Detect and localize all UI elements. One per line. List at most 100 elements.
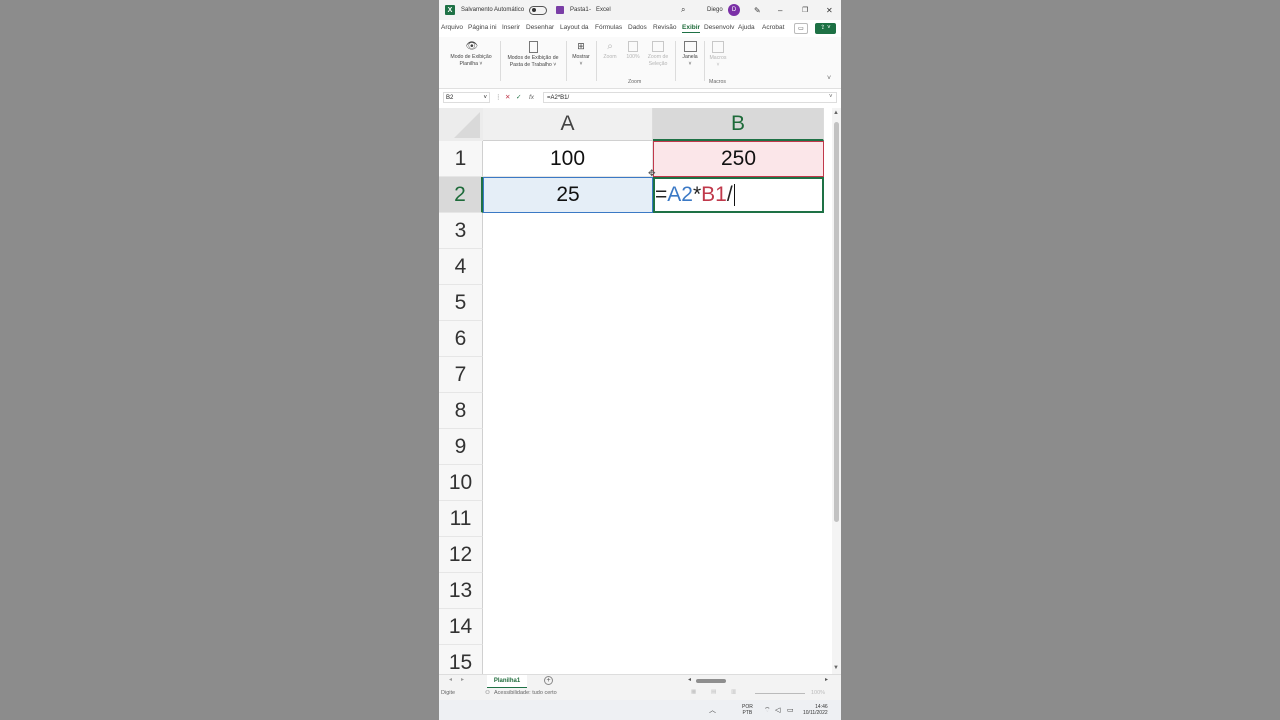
zoom-slider[interactable]: [755, 693, 805, 694]
ribbon-tabs: Arquivo Página ini Inserir Desenhar Layo…: [439, 22, 841, 36]
row-header-8[interactable]: 8: [439, 393, 483, 429]
hscroll-left-icon[interactable]: ◂: [688, 676, 691, 683]
zoom-percent[interactable]: 100%: [811, 690, 825, 696]
row-header-6[interactable]: 6: [439, 321, 483, 357]
more-options-icon[interactable]: ⋮: [495, 92, 502, 103]
window-button[interactable]: Janela ˅: [678, 41, 702, 68]
title-bar: X Salvamento Automático Pasta1 - Excel ⌕…: [439, 0, 841, 20]
row-header-7[interactable]: 7: [439, 357, 483, 393]
hscroll-right-icon[interactable]: ▸: [825, 676, 828, 683]
formula-multiply: *: [692, 183, 702, 206]
horizontal-scroll-thumb[interactable]: [696, 679, 726, 683]
zoom-button[interactable]: ⌕ Zoom: [599, 41, 621, 61]
tab-desenvolvedor[interactable]: Desenvolv: [704, 24, 734, 31]
ribbon-exibir: 👁 Modo de Exibição Planilha ˅ Modos de E…: [439, 37, 841, 89]
row-header-2[interactable]: 2: [439, 177, 483, 213]
row-header-4[interactable]: 4: [439, 249, 483, 285]
scroll-down-icon[interactable]: ▼: [833, 665, 839, 671]
autosave-toggle[interactable]: [529, 5, 547, 15]
tab-arquivo[interactable]: Arquivo: [441, 24, 463, 31]
tab-revisao[interactable]: Revisão: [653, 24, 676, 31]
sheet-next-icon[interactable]: ▸: [461, 676, 464, 683]
macros-button[interactable]: Macros ˅: [707, 41, 729, 69]
column-header-a[interactable]: A: [483, 108, 653, 141]
cell-a1[interactable]: 100: [483, 141, 653, 177]
tab-ajuda[interactable]: Ajuda: [738, 24, 755, 31]
pen-icon[interactable]: ✎: [754, 0, 761, 20]
tab-inserir[interactable]: Inserir: [502, 24, 520, 31]
clock[interactable]: 14:46 10/11/2022: [803, 704, 828, 716]
formula-bar: B2 ˅ ⋮ ✕ ✓ fx =A2*B1/ ˅: [439, 92, 841, 104]
tab-layout[interactable]: Layout da: [560, 24, 589, 31]
show-label: Mostrar: [572, 54, 590, 60]
column-header-b[interactable]: B: [653, 108, 824, 141]
row-header-5[interactable]: 5: [439, 285, 483, 321]
tab-exibir[interactable]: Exibir: [682, 24, 701, 33]
macros-label: Macros: [709, 55, 727, 61]
avatar[interactable]: D: [728, 4, 740, 16]
wifi-icon[interactable]: ⌔: [764, 706, 771, 715]
tab-dados[interactable]: Dados: [628, 24, 647, 31]
tab-formulas[interactable]: Fórmulas: [595, 24, 622, 31]
vertical-scrollbar[interactable]: ▲ ▼: [832, 108, 841, 674]
name-box-dropdown-icon[interactable]: ˅: [483, 93, 487, 103]
zoom-label: Zoom: [603, 54, 617, 60]
show-button[interactable]: ⊞ Mostrar ˅: [568, 41, 594, 68]
cell-a2[interactable]: 25: [483, 177, 653, 213]
sheet-view-button[interactable]: 👁 Modo de Exibição Planilha ˅: [443, 41, 499, 68]
magnifier-icon: ⌕: [607, 41, 613, 52]
cancel-icon[interactable]: ✕: [505, 92, 510, 103]
row-header-14[interactable]: 14: [439, 609, 483, 645]
tab-desenhar[interactable]: Desenhar: [526, 24, 554, 31]
comments-button[interactable]: ▭: [794, 23, 808, 34]
formula-input[interactable]: =A2*B1/: [543, 92, 837, 103]
cell-b1[interactable]: 250: [653, 141, 824, 177]
formula-expand-icon[interactable]: ˅: [829, 92, 833, 103]
page-break-icon[interactable]: ▥: [731, 689, 736, 695]
ribbon-expand-icon[interactable]: ˅: [827, 75, 831, 82]
zoom-selection-button[interactable]: Zoom de Seleção: [644, 41, 672, 68]
row-header-12[interactable]: 12: [439, 537, 483, 573]
add-sheet-button[interactable]: +: [544, 676, 553, 685]
search-icon[interactable]: ⌕: [681, 0, 685, 20]
volume-icon[interactable]: ◁: [775, 706, 780, 714]
enter-icon[interactable]: ✓: [516, 92, 521, 103]
minimize-icon[interactable]: –: [778, 0, 782, 20]
row-header-10[interactable]: 10: [439, 465, 483, 501]
restore-icon[interactable]: ❐: [802, 0, 808, 20]
insert-function-icon[interactable]: fx: [529, 92, 534, 103]
horizontal-scrollbar[interactable]: [694, 679, 824, 684]
autosave-label: Salvamento Automático: [461, 7, 525, 13]
row-header-9[interactable]: 9: [439, 429, 483, 465]
row-header-1[interactable]: 1: [439, 141, 483, 177]
vertical-scroll-thumb[interactable]: [834, 122, 839, 522]
tray-chevron-icon[interactable]: ︿: [709, 705, 716, 715]
normal-view-icon[interactable]: ▦: [691, 689, 696, 695]
sheet-prev-icon[interactable]: ◂: [449, 676, 452, 683]
row-header-13[interactable]: 13: [439, 573, 483, 609]
sheet-tab-planilha1[interactable]: Planilha1: [487, 675, 527, 688]
accessibility-icon[interactable]: ⚇: [485, 690, 490, 696]
name-box[interactable]: B2 ˅: [443, 92, 490, 103]
tab-acrobat[interactable]: Acrobat: [762, 24, 784, 31]
workbook-views-label-1: Modos de Exibição de: [507, 55, 559, 61]
row-header-3[interactable]: 3: [439, 213, 483, 249]
status-bar: Digite ⚇ Acessibilidade: tudo certo ▦ ▤ …: [439, 688, 841, 700]
accessibility-status[interactable]: Acessibilidade: tudo certo: [494, 690, 557, 696]
workbook-views-button[interactable]: Modos de Exibição de Pasta de Trabalho ˅: [502, 41, 564, 69]
page-layout-icon[interactable]: ▤: [711, 689, 716, 695]
close-icon[interactable]: ✕: [826, 0, 833, 20]
save-icon[interactable]: [556, 6, 564, 14]
battery-icon[interactable]: ▭: [787, 706, 794, 714]
scroll-up-icon[interactable]: ▲: [833, 110, 839, 116]
zoom-100-button[interactable]: 100%: [623, 41, 643, 61]
group-macros-label: Macros: [709, 79, 727, 85]
sheet-tabs-bar: ◂ ▸ Planilha1 + ◂ ▸: [439, 674, 841, 689]
sheet-view-label-1: Modo de Exibição: [450, 54, 492, 60]
share-button[interactable]: ⇪ ˅: [815, 23, 836, 34]
select-all-corner[interactable]: [439, 108, 483, 141]
tab-pagina-inicial[interactable]: Página ini: [468, 24, 497, 31]
language-indicator[interactable]: POR PTB: [742, 704, 753, 716]
cell-b2-active[interactable]: = A2 * B1/: [653, 177, 824, 213]
row-header-11[interactable]: 11: [439, 501, 483, 537]
